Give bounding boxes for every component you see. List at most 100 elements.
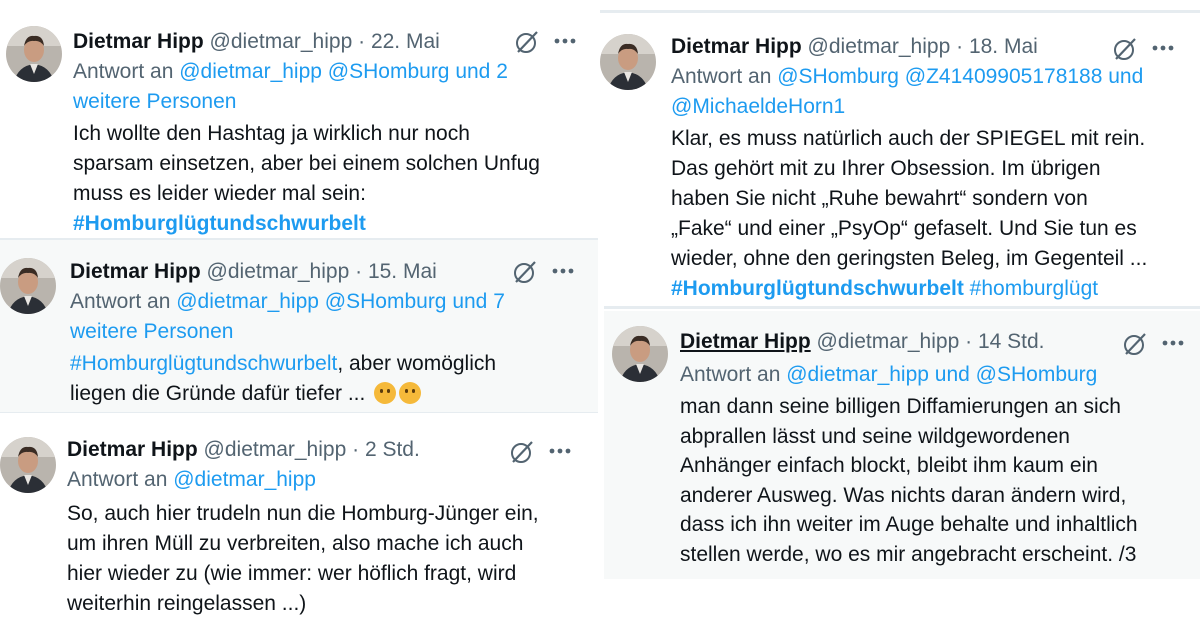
sad-but-relieved-face-icon <box>399 382 422 404</box>
timestamp[interactable]: 18. Mai <box>969 35 1038 58</box>
divider <box>0 238 598 240</box>
hashtag[interactable]: #Homburglügtundschwurbelt <box>73 212 366 235</box>
avatar[interactable] <box>6 26 62 82</box>
timestamp[interactable]: 15. Mai <box>368 260 437 283</box>
reply-mentions-cont[interactable]: @MichaeldeHorn1 <box>671 95 845 118</box>
tweet-4[interactable]: Dietmar Hipp @dietmar_hipp · 18. Mai Ant… <box>600 14 1200 304</box>
divider <box>600 10 1200 13</box>
author-handle[interactable]: @dietmar_hipp <box>210 30 353 53</box>
text-line: So, auch hier trudeln nun die Homburg-Jü… <box>67 502 539 525</box>
tweet-text: Klar, es muss natürlich auch der SPIEGEL… <box>671 124 1196 304</box>
text-line: , aber womöglich <box>337 352 497 375</box>
timestamp[interactable]: 14 Std. <box>978 330 1045 353</box>
more-options-icon[interactable] <box>554 38 576 44</box>
divider <box>0 412 598 417</box>
hashtag[interactable]: #Homburglügtundschwurbelt <box>70 352 337 375</box>
text-line: man dann seine billigen Diffamierungen a… <box>680 395 1121 418</box>
reply-mentions[interactable]: @dietmar_hipp und @SHomburg <box>786 363 1097 386</box>
reply-prefix: Antwort an <box>73 60 174 83</box>
separator: · <box>956 35 964 58</box>
separator: · <box>965 330 973 353</box>
reply-mentions[interactable]: @dietmar_hipp @SHomburg und 7 <box>176 290 505 313</box>
tweet-text: Ich wollte den Hashtag ja wirklich nur n… <box>73 119 593 239</box>
face-with-hand-over-mouth-icon <box>374 382 397 404</box>
reply-context: Antwort an @dietmar_hipp <box>67 465 592 495</box>
tweet-3[interactable]: Dietmar Hipp @dietmar_hipp · 2 Std. Antw… <box>0 417 598 615</box>
avatar[interactable] <box>600 34 656 90</box>
reply-mentions-cont[interactable]: weitere Personen <box>73 90 236 113</box>
author-name[interactable]: Dietmar Hipp <box>671 35 802 58</box>
reply-context: Antwort an @SHomburg @Z41409905178188 un… <box>671 62 1196 92</box>
text-line: Ich wollte den Hashtag ja wirklich nur n… <box>73 122 470 145</box>
grok-icon[interactable] <box>512 259 538 285</box>
tweet-1[interactable]: Dietmar Hipp @dietmar_hipp · 22. Mai Ant… <box>0 0 598 238</box>
tweet-header: Dietmar Hipp @dietmar_hipp · 14 Std. <box>680 327 1195 357</box>
more-options-icon[interactable] <box>1152 45 1174 51</box>
reply-prefix: Antwort an <box>680 363 781 386</box>
text-line: „Fake“ und einer „PsyOp“ gefaselt. Und S… <box>671 217 1137 240</box>
text-line: dass ich ihn weiter im Auge behalte und … <box>680 513 1138 536</box>
more-options-icon[interactable] <box>1162 340 1184 346</box>
more-options-icon[interactable] <box>552 268 574 274</box>
separator: · <box>355 260 363 283</box>
grok-icon[interactable] <box>514 29 540 55</box>
text-line: Klar, es muss natürlich auch der SPIEGEL… <box>671 127 1146 150</box>
author-handle[interactable]: @dietmar_hipp <box>808 35 951 58</box>
separator: · <box>352 438 360 461</box>
reply-prefix: Antwort an <box>67 468 168 491</box>
tweet-actions <box>509 437 579 467</box>
author-name[interactable]: Dietmar Hipp <box>73 30 204 53</box>
timestamp[interactable]: 22. Mai <box>371 30 440 53</box>
reply-mentions[interactable]: @dietmar_hipp <box>173 468 316 491</box>
text-line: um ihren Müll zu verbreiten, also mache … <box>67 532 524 555</box>
reply-context: Antwort an @dietmar_hipp @SHomburg und 2 <box>73 57 593 87</box>
tweet-5[interactable]: Dietmar Hipp @dietmar_hipp · 14 Std. Ant… <box>604 311 1200 579</box>
author-handle[interactable]: @dietmar_hipp <box>207 260 350 283</box>
author-name[interactable]: Dietmar Hipp <box>70 260 201 283</box>
more-options-icon[interactable] <box>549 448 571 454</box>
tweet-actions <box>514 27 584 57</box>
avatar[interactable] <box>0 437 56 493</box>
author-name[interactable]: Dietmar Hipp <box>67 438 198 461</box>
text-line: sparsam einsetzen, aber bei einem solche… <box>73 152 540 175</box>
text-line: stellen werde, wo es mir angebracht ersc… <box>680 542 1137 566</box>
reply-context: Antwort an @dietmar_hipp @SHomburg und 7 <box>70 287 590 317</box>
tweet-actions <box>1122 329 1192 359</box>
divider <box>598 0 600 613</box>
reply-mentions[interactable]: @SHomburg @Z41409905178188 und <box>777 65 1143 88</box>
tweet-2[interactable]: Dietmar Hipp @dietmar_hipp · 15. Mai Ant… <box>0 240 598 412</box>
text-line: haben Sie nicht „Ruhe bewahrt“ sondern v… <box>671 187 1088 210</box>
reply-prefix: Antwort an <box>70 290 171 313</box>
text-line: weiterhin reingelassen ...) <box>67 592 307 615</box>
text-line: liegen die Gründe dafür tiefer ... <box>70 382 366 405</box>
timestamp[interactable]: 2 Std. <box>365 438 420 461</box>
author-handle[interactable]: @dietmar_hipp <box>204 438 347 461</box>
text-line: anderer Ausweg. Was nichts daran ändern … <box>680 483 1127 507</box>
avatar[interactable] <box>0 258 56 314</box>
text-line: muss es leider wieder mal sein: <box>73 182 366 205</box>
text-line: abprallen lässt und seine wildgewordenen <box>680 424 1070 448</box>
hashtag[interactable]: #homburglügt <box>970 277 1098 300</box>
reply-prefix: Antwort an <box>671 65 772 88</box>
text-line: wieder, ohne den geringsten Beleg, im Ge… <box>671 247 1148 270</box>
text-line: Anhänger einfach blockt, bleibt ihm kaum… <box>680 454 1098 477</box>
author-handle[interactable]: @dietmar_hipp <box>817 330 960 353</box>
author-name[interactable]: Dietmar Hipp <box>680 330 811 353</box>
tweet-actions <box>1112 34 1182 64</box>
reply-mentions-cont[interactable]: weitere Personen <box>70 320 233 343</box>
separator: · <box>358 30 366 53</box>
tweet-actions <box>512 257 582 287</box>
text-line: Das gehört mit zu Ihrer Obsession. Im üb… <box>671 157 1101 180</box>
reply-mentions[interactable]: @dietmar_hipp @SHomburg und 2 <box>179 60 508 83</box>
reply-context: Antwort an @dietmar_hipp und @SHomburg <box>680 360 1195 390</box>
grok-icon[interactable] <box>1122 331 1148 357</box>
divider <box>604 306 1200 309</box>
avatar[interactable] <box>612 326 668 382</box>
grok-icon[interactable] <box>509 439 535 465</box>
grok-icon[interactable] <box>1112 36 1138 62</box>
hashtag[interactable]: #Homburglügtundschwurbelt <box>671 277 964 300</box>
tweet-text: man dann seine billigen Diffamierungen a… <box>680 392 1195 569</box>
tweet-text: #Homburglügtundschwurbelt, aber womöglic… <box>70 349 590 409</box>
tweet-text: So, auch hier trudeln nun die Homburg-Jü… <box>67 499 592 619</box>
text-line: hier wieder zu (wie immer: wer höflich f… <box>67 562 517 585</box>
